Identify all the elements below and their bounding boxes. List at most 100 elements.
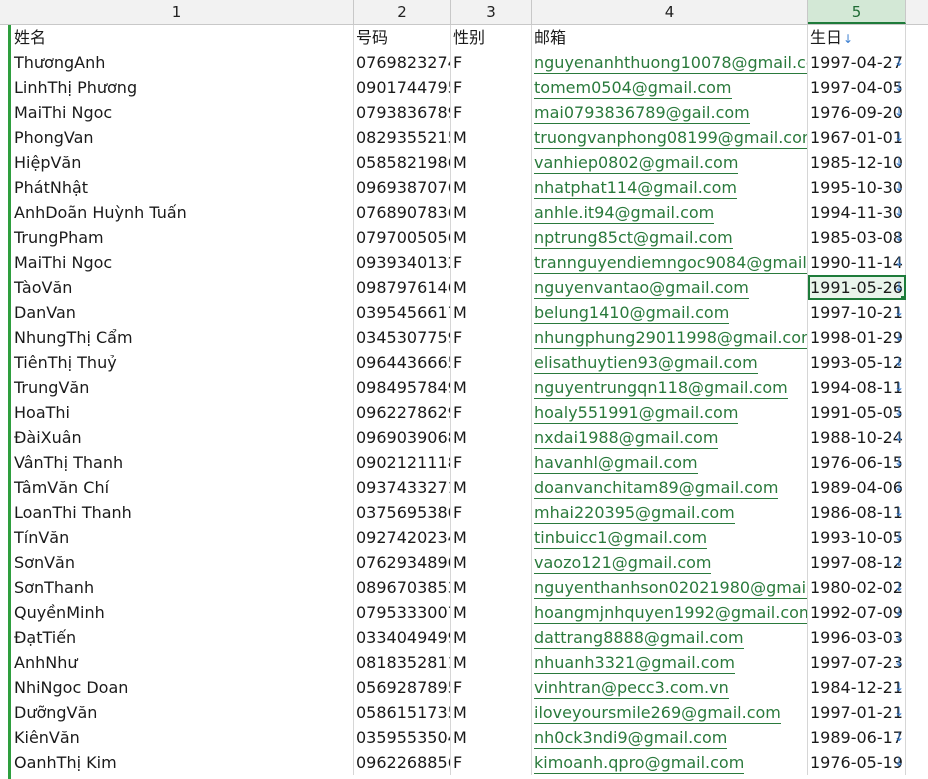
email-cell[interactable]: doanvanchitam89@gmail.com <box>532 475 808 500</box>
email-link[interactable]: nh0ck3ndi9@gmail.com <box>534 728 728 749</box>
gender-cell[interactable]: M <box>451 300 532 325</box>
name-cell[interactable]: TrungVăn <box>12 375 354 400</box>
gender-cell[interactable]: F <box>451 50 532 75</box>
email-link[interactable]: vaozo121@gmail.com <box>534 553 712 574</box>
gender-cell[interactable]: M <box>451 625 532 650</box>
name-cell[interactable]: LinhThị Phương <box>12 75 354 100</box>
gender-cell[interactable]: F <box>451 350 532 375</box>
phone-cell[interactable]: 0937433271 <box>354 475 451 500</box>
email-link[interactable]: dattrang8888@gmail.com <box>534 628 744 649</box>
email-cell[interactable]: truongvanphong08199@gmail.com <box>532 125 808 150</box>
email-cell[interactable]: tinbuicc1@gmail.com <box>532 525 808 550</box>
email-cell[interactable]: nh0ck3ndi9@gmail.com <box>532 725 808 750</box>
email-cell[interactable]: anhle.it94@gmail.com <box>532 200 808 225</box>
phone-cell[interactable]: 0896703853 <box>354 575 451 600</box>
birthday-cell[interactable]: 1996-03-03 ↓ <box>808 625 906 650</box>
phone-cell[interactable]: 0927420234 <box>354 525 451 550</box>
birthday-cell[interactable]: 1990-11-14 ↓ <box>808 250 906 275</box>
email-cell[interactable]: nhuanh3321@gmail.com <box>532 650 808 675</box>
birthday-cell[interactable]: 1986-08-11 ↓ <box>808 500 906 525</box>
gender-cell[interactable]: M <box>451 150 532 175</box>
gender-cell[interactable]: M <box>451 225 532 250</box>
phone-cell[interactable]: 0902121118 <box>354 450 451 475</box>
birthday-cell[interactable]: 1997-04-05 ↓ <box>808 75 906 100</box>
email-cell[interactable]: trannguyendiemngoc9084@gmail.com <box>532 250 808 275</box>
name-cell[interactable]: AnhNhư <box>12 650 354 675</box>
gender-cell[interactable]: F <box>451 250 532 275</box>
email-cell[interactable]: hoangmjnhquyen1992@gmail.com <box>532 600 808 625</box>
birthday-cell[interactable]: 1989-04-06 ↓ <box>808 475 906 500</box>
name-cell[interactable]: HiệpVăn <box>12 150 354 175</box>
gender-cell[interactable]: M <box>451 600 532 625</box>
name-cell[interactable]: ThươngAnh <box>12 50 354 75</box>
email-cell[interactable]: nguyentrungqn118@gmail.com <box>532 375 808 400</box>
birthday-cell[interactable]: 1997-01-21 ↓ <box>808 700 906 725</box>
email-link[interactable]: mhai220395@gmail.com <box>534 503 735 524</box>
phone-cell[interactable]: 0964436665 <box>354 350 451 375</box>
email-cell[interactable]: nhungphung29011998@gmail.com <box>532 325 808 350</box>
gender-cell[interactable]: F <box>451 750 532 775</box>
email-cell[interactable]: mhai220395@gmail.com <box>532 500 808 525</box>
birthday-cell[interactable]: 1992-07-09 ↓ <box>808 600 906 625</box>
name-cell[interactable]: NhiNgoc Doan <box>12 675 354 700</box>
birthday-cell[interactable]: 1988-10-24 ↓ <box>808 425 906 450</box>
email-cell[interactable]: nxdai1988@gmail.com <box>532 425 808 450</box>
gender-cell[interactable]: M <box>451 275 532 300</box>
gender-cell[interactable]: M <box>451 725 532 750</box>
birthday-cell[interactable]: 1989-06-17 ↓ <box>808 725 906 750</box>
email-cell[interactable]: hoaly551991@gmail.com <box>532 400 808 425</box>
name-cell[interactable]: SơnThanh <box>12 575 354 600</box>
column-header-4[interactable]: 4 <box>532 0 808 24</box>
gender-cell[interactable]: F <box>451 325 532 350</box>
email-cell[interactable]: havanhl@gmail.com <box>532 450 808 475</box>
gender-cell[interactable]: M <box>451 650 532 675</box>
birthday-cell[interactable]: 1985-12-10 ↓ <box>808 150 906 175</box>
gender-cell[interactable]: F <box>451 500 532 525</box>
email-link[interactable]: belung1410@gmail.com <box>534 303 730 324</box>
email-link[interactable]: kimoanh.qpro@gmail.com <box>534 753 745 774</box>
phone-cell[interactable]: 0375695380 <box>354 500 451 525</box>
email-link[interactable]: truongvanphong08199@gmail.com <box>534 128 807 149</box>
phone-cell[interactable]: 0345307759 <box>354 325 451 350</box>
email-link[interactable]: nhuanh3321@gmail.com <box>534 653 735 674</box>
gender-cell[interactable]: F <box>451 75 532 100</box>
email-cell[interactable]: mai0793836789@gail.com <box>532 100 808 125</box>
name-cell[interactable]: TiênThị Thuỷ <box>12 350 354 375</box>
birthday-cell[interactable]: 1994-08-11 ↓ <box>808 375 906 400</box>
birthday-cell[interactable]: 1993-05-12 ↓ <box>808 350 906 375</box>
header-gender[interactable]: 性别 <box>451 25 532 50</box>
email-cell[interactable]: iloveyoursmile269@gmail.com <box>532 700 808 725</box>
email-link[interactable]: doanvanchitam89@gmail.com <box>534 478 779 499</box>
email-cell[interactable]: nguyenvantao@gmail.com <box>532 275 808 300</box>
email-cell[interactable]: nguyenanhthuong10078@gmail.com <box>532 50 808 75</box>
gender-cell[interactable]: F <box>451 400 532 425</box>
column-header-5[interactable]: 5 <box>808 0 906 24</box>
email-link[interactable]: tinbuicc1@gmail.com <box>534 528 708 549</box>
email-cell[interactable]: vanhiep0802@gmail.com <box>532 150 808 175</box>
birthday-cell[interactable]: 1995-10-30 ↓ <box>808 175 906 200</box>
phone-cell[interactable]: 0395456617 <box>354 300 451 325</box>
email-link[interactable]: nptrung85ct@gmail.com <box>534 228 733 249</box>
email-cell[interactable]: kimoanh.qpro@gmail.com <box>532 750 808 775</box>
birthday-cell[interactable]: 1976-05-19 ↓ <box>808 750 906 775</box>
gender-cell[interactable]: M <box>451 375 532 400</box>
email-cell[interactable]: nptrung85ct@gmail.com <box>532 225 808 250</box>
gender-cell[interactable]: M <box>451 175 532 200</box>
birthday-cell[interactable]: 1984-12-21 ↓ <box>808 675 906 700</box>
email-link[interactable]: nxdai1988@gmail.com <box>534 428 719 449</box>
phone-cell[interactable]: 0829355215 <box>354 125 451 150</box>
phone-cell[interactable]: 0939340132 <box>354 250 451 275</box>
phone-cell[interactable]: 0984957849 <box>354 375 451 400</box>
name-cell[interactable]: AnhDoãn Huỳnh Tuấn <box>12 200 354 225</box>
email-link[interactable]: nguyenanhthuong10078@gmail.com <box>534 53 807 74</box>
header-email[interactable]: 邮箱 <box>532 25 808 50</box>
header-phone[interactable]: 号码 <box>354 25 451 50</box>
gender-cell[interactable]: M <box>451 700 532 725</box>
name-cell[interactable]: TàoVăn <box>12 275 354 300</box>
phone-cell[interactable]: 0569287895 <box>354 675 451 700</box>
header-name[interactable]: 姓名 <box>12 25 354 50</box>
phone-cell[interactable]: 0901744795 <box>354 75 451 100</box>
birthday-cell[interactable]: 1985-03-08 ↓ <box>808 225 906 250</box>
email-link[interactable]: anhle.it94@gmail.com <box>534 203 715 224</box>
email-cell[interactable]: belung1410@gmail.com <box>532 300 808 325</box>
